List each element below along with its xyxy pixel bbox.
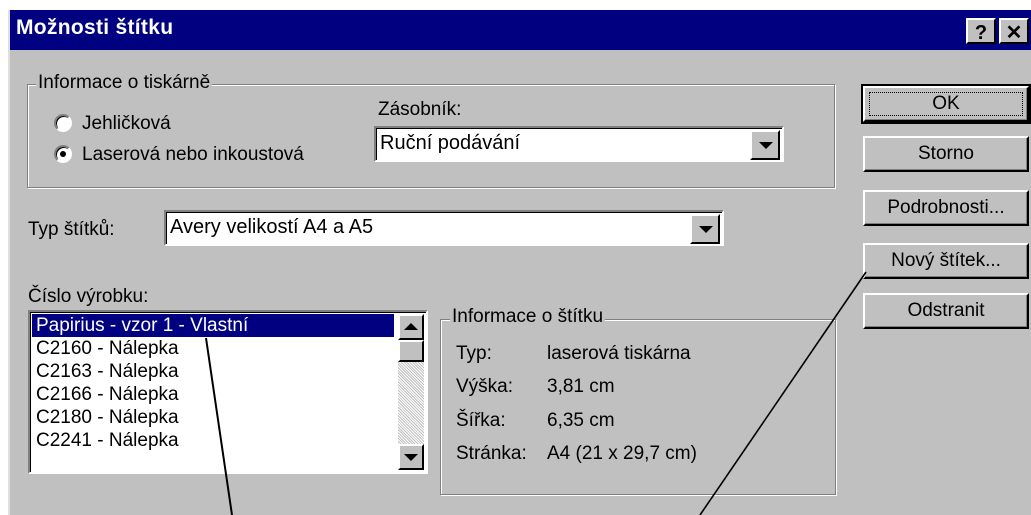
callout-line-new-label xyxy=(699,271,867,515)
callout-lines xyxy=(205,271,867,515)
callout-line-list xyxy=(205,337,233,515)
